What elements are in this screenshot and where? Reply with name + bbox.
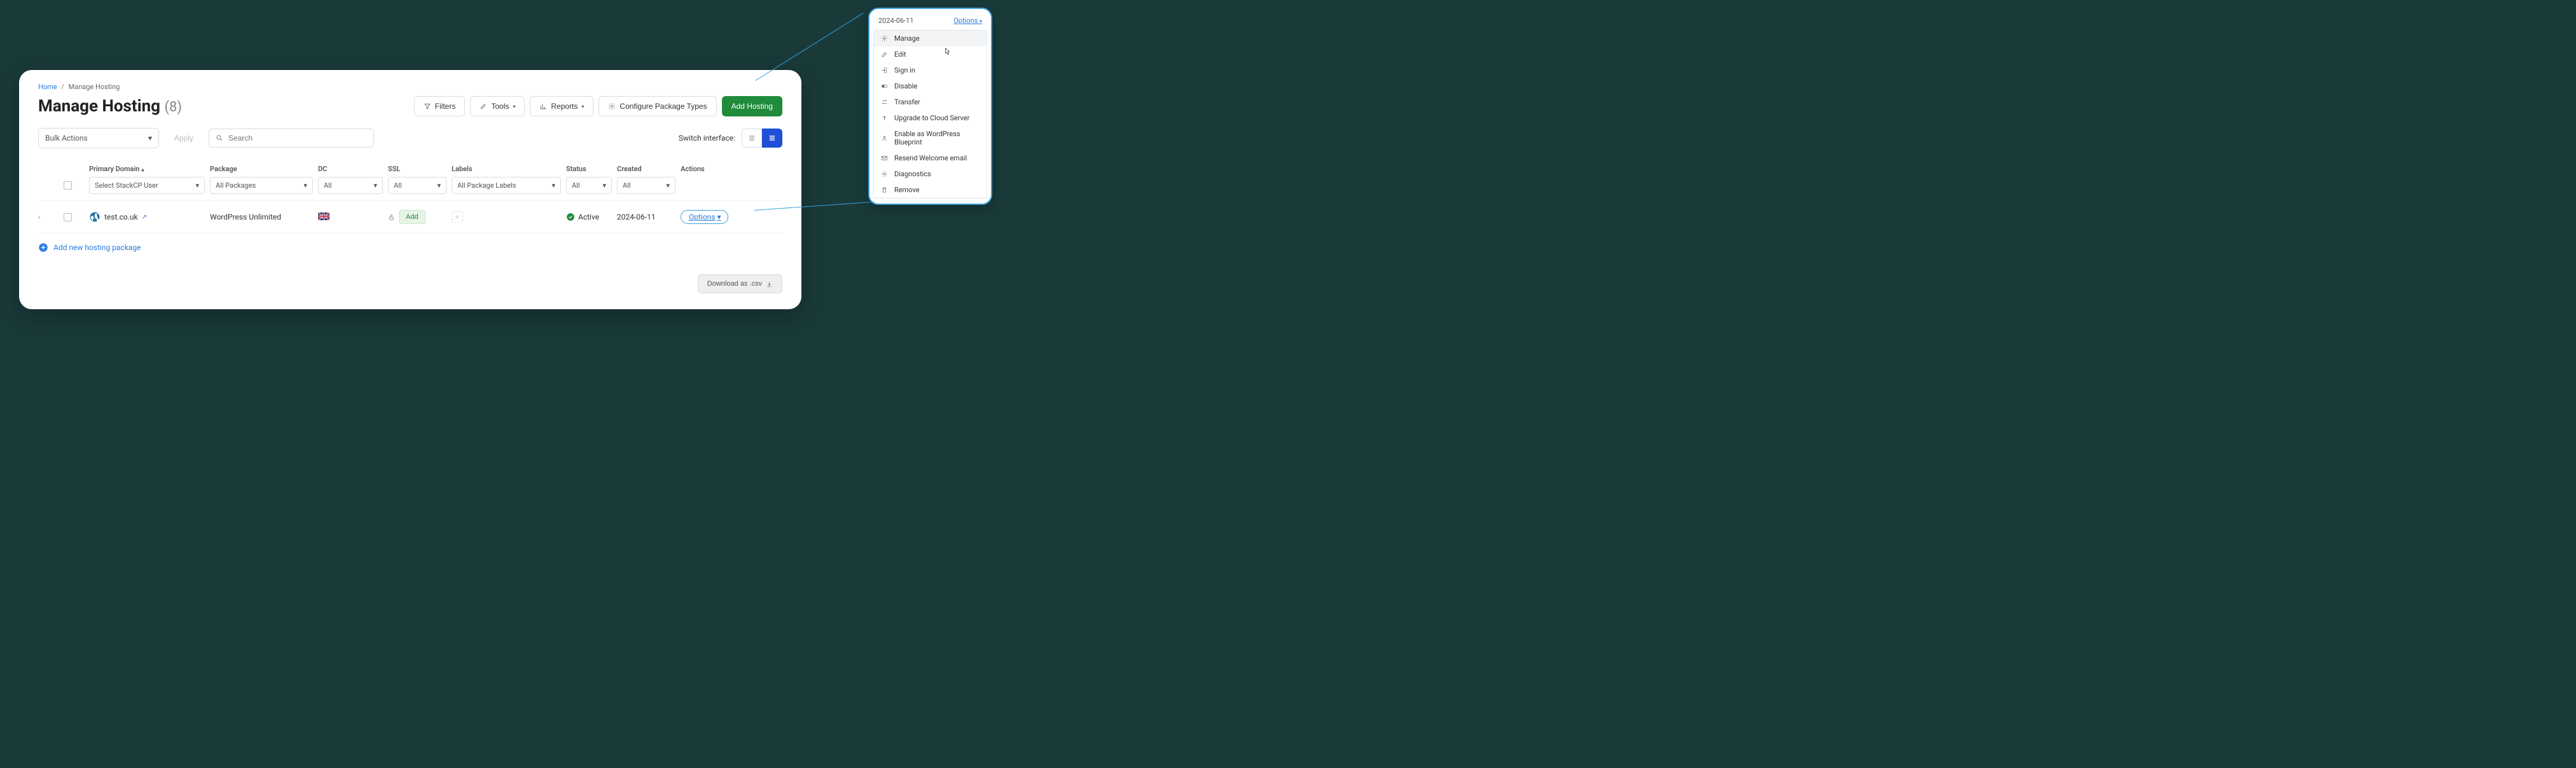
menu-item-transfer[interactable]: Transfer: [874, 94, 987, 110]
toolbar: Bulk Actions ▾ Apply Switch interface:: [38, 128, 782, 148]
main-panel: Home / Manage Hosting Manage Hosting (8)…: [19, 70, 801, 309]
uk-flag-icon: [318, 212, 329, 221]
check-circle-icon: [566, 213, 575, 221]
wordpress-icon: [89, 211, 100, 223]
menu-item-resend[interactable]: Resend Welcome email: [874, 150, 987, 166]
external-link-icon[interactable]: ↗: [142, 214, 147, 221]
list-view-button[interactable]: [742, 129, 762, 148]
configure-package-types-button[interactable]: Configure Package Types: [599, 96, 716, 116]
col-created: Created: [617, 165, 681, 173]
page-count: (8): [165, 99, 183, 115]
caret-down-icon: ▾: [148, 134, 152, 143]
filter-created-select[interactable]: All▾: [617, 177, 675, 194]
col-package: Package: [210, 165, 318, 173]
blueprint-icon: [880, 134, 888, 142]
chart-icon: [539, 102, 547, 110]
edit-icon: [880, 51, 888, 59]
col-dc: DC: [318, 165, 388, 173]
reports-button[interactable]: Reports ▾: [530, 96, 593, 116]
search-input[interactable]: [228, 134, 367, 143]
apply-button[interactable]: Apply: [165, 129, 202, 148]
popout-options-link[interactable]: Options ▾: [953, 17, 982, 25]
select-all-checkbox[interactable]: [64, 181, 72, 190]
popout-date: 2024-06-11: [878, 17, 914, 25]
filter-labels-select[interactable]: All Package Labels▾: [452, 177, 561, 194]
col-status: Status: [566, 165, 617, 173]
created-date: 2024-06-11: [617, 213, 681, 221]
grid-view-button[interactable]: [762, 129, 782, 148]
mail-icon: [880, 155, 888, 162]
filter-packages-select[interactable]: All Packages▾: [210, 177, 313, 194]
menu-item-remove[interactable]: Remove: [874, 182, 987, 198]
col-ssl: SSL: [388, 165, 452, 173]
gear-icon: [880, 171, 888, 178]
search-box[interactable]: [209, 129, 374, 148]
domain-name[interactable]: test.co.uk: [104, 213, 138, 221]
trash-icon: [880, 186, 888, 194]
tools-icon: [480, 102, 487, 110]
transfer-icon: [880, 99, 888, 106]
disable-icon: [880, 83, 888, 90]
unlock-icon: [388, 214, 395, 221]
filter-dc-select[interactable]: All▾: [318, 177, 383, 194]
tools-button[interactable]: Tools ▾: [470, 96, 525, 116]
options-menu: Manage Edit Sign in Disable Transfer Upg…: [873, 30, 987, 199]
row-options-button[interactable]: Options▾: [681, 210, 728, 224]
options-dropdown-callout: 2024-06-11 Options ▾ Manage Edit Sign in…: [868, 8, 992, 205]
breadcrumb: Home / Manage Hosting: [38, 83, 782, 91]
caret-down-icon: ▾: [513, 104, 515, 109]
bulk-actions-select[interactable]: Bulk Actions ▾: [38, 128, 159, 148]
breadcrumb-home[interactable]: Home: [38, 83, 57, 91]
switch-interface-label: Switch interface:: [679, 134, 735, 143]
hosting-table: Primary Domain▴ Package DC SSL Labels St…: [38, 158, 782, 262]
filter-icon: [424, 102, 431, 110]
cursor-icon: [943, 47, 952, 56]
col-actions: Actions: [681, 165, 757, 173]
menu-item-disable[interactable]: Disable: [874, 78, 987, 94]
page-title: Manage Hosting (8): [38, 97, 182, 116]
header-row: Manage Hosting (8) Filters Tools ▾ Repor…: [38, 96, 782, 116]
add-label-button[interactable]: +: [452, 211, 463, 223]
add-hosting-button[interactable]: Add Hosting: [722, 96, 782, 116]
filters-button[interactable]: Filters: [414, 96, 466, 116]
grid-icon: [768, 134, 776, 142]
filter-user-select[interactable]: Select StackCP User▾: [89, 177, 205, 194]
list-icon: [748, 134, 756, 142]
menu-item-blueprint[interactable]: Enable as WordPress Blueprint: [874, 126, 987, 150]
menu-item-upgrade[interactable]: Upgrade to Cloud Server: [874, 110, 987, 126]
col-primary-domain[interactable]: Primary Domain▴: [89, 165, 210, 173]
row-checkbox[interactable]: [64, 213, 72, 221]
menu-item-diagnostics[interactable]: Diagnostics: [874, 166, 987, 182]
filter-status-select[interactable]: All▾: [566, 177, 612, 194]
download-icon: [766, 281, 773, 288]
package-name: WordPress Unlimited: [210, 213, 318, 221]
filter-ssl-select[interactable]: All▾: [388, 177, 447, 194]
plus-circle-icon: [38, 242, 48, 253]
search-icon: [216, 134, 223, 142]
breadcrumb-current: Manage Hosting: [69, 83, 120, 91]
table-header: Primary Domain▴ Package DC SSL Labels St…: [38, 158, 782, 177]
add-hosting-package-row[interactable]: Add new hosting package: [38, 234, 782, 262]
status-text: Active: [578, 213, 599, 221]
ssl-add-button[interactable]: Add: [399, 210, 426, 224]
table-filter-row: Select StackCP User▾ All Packages▾ All▾ …: [38, 177, 782, 201]
panel-footer: Download as .csv: [38, 274, 782, 293]
caret-down-icon: ▾: [581, 104, 584, 109]
expand-row-icon[interactable]: ›: [38, 213, 40, 221]
upgrade-icon: [880, 115, 888, 122]
menu-item-edit[interactable]: Edit: [874, 46, 987, 62]
gear-icon: [880, 35, 888, 43]
gear-icon: [608, 102, 616, 110]
sort-asc-icon: ▴: [141, 167, 144, 172]
download-csv-button[interactable]: Download as .csv: [698, 274, 782, 293]
signin-icon: [880, 67, 888, 74]
table-row: › test.co.uk ↗ WordPress Unlimited Add +…: [38, 201, 782, 234]
caret-down-icon: ▾: [717, 213, 721, 221]
col-labels: Labels: [452, 165, 566, 173]
menu-item-signin[interactable]: Sign in: [874, 62, 987, 78]
menu-item-manage[interactable]: Manage: [874, 31, 987, 46]
